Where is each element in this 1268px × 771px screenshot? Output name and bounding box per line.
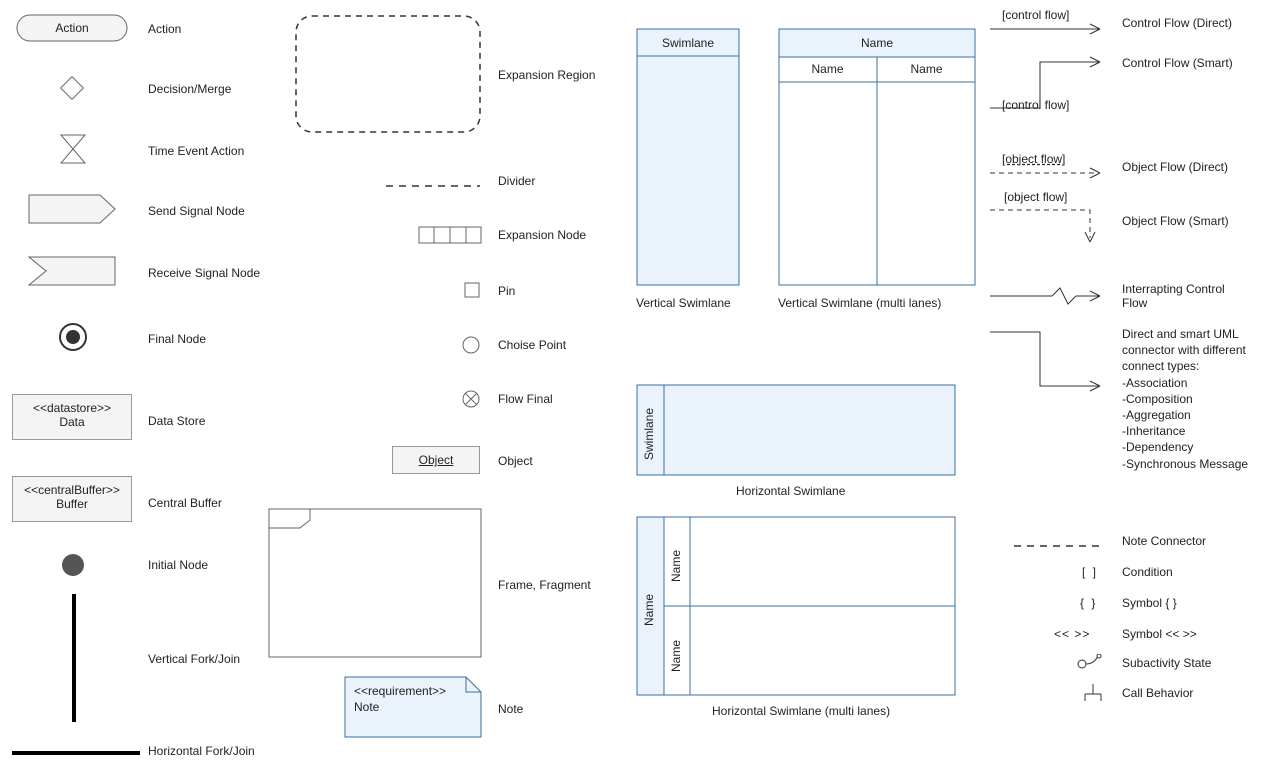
connectors-item: -Composition [1122, 391, 1262, 407]
flow-final-shape [462, 390, 480, 408]
hswim-multi-header: Name [642, 586, 656, 626]
action-shape-text: Action [16, 21, 128, 35]
note-connector-shape [1014, 543, 1100, 549]
condition-label: Condition [1122, 565, 1173, 579]
frame-shape [268, 508, 482, 658]
hswim-multi-sub1: Name [669, 542, 683, 582]
object-shape-text: Object [419, 453, 454, 467]
hfork-label: Horizontal Fork/Join [148, 744, 255, 758]
curly-symbol: { } [1080, 596, 1097, 610]
expansion-node-label: Expansion Node [498, 228, 586, 242]
expansion-region-label: Expansion Region [498, 68, 595, 82]
receive-signal-label: Receive Signal Node [148, 266, 260, 280]
angle-symbol: << >> [1054, 627, 1090, 641]
vswim-shape [636, 28, 740, 286]
object-label: Object [498, 454, 533, 468]
of-direct-shape [990, 164, 1108, 182]
connectors-label: Direct and smart UML connector with diff… [1122, 326, 1262, 375]
vfork-label: Vertical Fork/Join [148, 652, 240, 666]
vswim-multi-label: Vertical Swimlane (multi lanes) [778, 296, 941, 310]
pin-label: Pin [498, 284, 515, 298]
choice-point-label: Choise Point [498, 338, 566, 352]
receive-signal-shape [28, 256, 116, 286]
centralbuffer-stereo: <<centralBuffer>> [13, 483, 131, 497]
of-direct-label: Object Flow (Direct) [1122, 160, 1252, 174]
note-name: Note [354, 700, 379, 714]
of-direct-tag: [object flow] [1002, 152, 1065, 166]
initial-node-shape [60, 552, 86, 578]
note-connector-label: Note Connector [1122, 534, 1206, 548]
of-smart-tag: [object flow] [1004, 190, 1067, 204]
hswim-label: Horizontal Swimlane [736, 484, 845, 498]
cf-smart-tag: [control flow] [1002, 98, 1069, 112]
connectors-item: -Aggregation [1122, 407, 1262, 423]
send-signal-label: Send Signal Node [148, 204, 245, 218]
centralbuffer-name: Buffer [13, 497, 131, 511]
interrupt-label: Interrapting Control Flow [1122, 282, 1252, 310]
condition-symbol: [ ] [1082, 565, 1098, 579]
cf-direct-label: Control Flow (Direct) [1122, 16, 1252, 30]
datastore-name: Data [13, 415, 131, 429]
vswim-multi-sub1: Name [778, 62, 877, 76]
decision-shape [54, 70, 90, 106]
vswim-multi-header: Name [778, 36, 976, 50]
interrupt-shape [990, 286, 1108, 306]
datastore-shape: <<datastore>> Data [12, 394, 132, 440]
datastore-stereo: <<datastore>> [13, 401, 131, 415]
hswim-multi-shape [636, 516, 956, 696]
time-event-shape [60, 134, 86, 164]
send-signal-shape [28, 194, 116, 224]
connectors-item: -Association [1122, 375, 1262, 391]
datastore-label: Data Store [148, 414, 205, 428]
call-behavior-label: Call Behavior [1122, 686, 1193, 700]
vswim-header: Swimlane [636, 36, 740, 50]
centralbuffer-shape: <<centralBuffer>> Buffer [12, 476, 132, 522]
time-event-label: Time Event Action [148, 144, 244, 158]
frame-label: Frame, Fragment [498, 578, 591, 592]
vswim-multi-sub2: Name [877, 62, 976, 76]
curly-label: Symbol { } [1122, 596, 1177, 610]
cf-direct-shape [990, 20, 1108, 38]
vfork-shape [70, 594, 78, 722]
connectors-item: -Inheritance [1122, 423, 1262, 439]
hswim-header: Swimlane [642, 402, 656, 460]
subactivity-icon [1076, 654, 1104, 670]
note-stereo: <<requirement>> [354, 684, 446, 698]
pin-shape [464, 282, 480, 298]
hswim-multi-sub2: Name [669, 632, 683, 672]
flow-final-label: Flow Final [498, 392, 553, 406]
final-node-label: Final Node [148, 332, 206, 346]
decision-label: Decision/Merge [148, 82, 231, 96]
divider-shape [386, 183, 480, 189]
initial-node-label: Initial Node [148, 558, 208, 572]
angle-label: Symbol << >> [1122, 627, 1197, 641]
hfork-shape [12, 749, 140, 757]
connectors-shape [990, 326, 1108, 396]
action-label: Action [148, 22, 181, 36]
cf-direct-tag: [control flow] [1002, 8, 1069, 22]
vswim-label: Vertical Swimlane [636, 296, 731, 310]
divider-label: Divider [498, 174, 535, 188]
note-label: Note [498, 702, 523, 716]
subactivity-label: Subactivity State [1122, 656, 1211, 670]
hswim-multi-label: Horizontal Swimlane (multi lanes) [712, 704, 890, 718]
expansion-node-shape [418, 226, 482, 244]
connectors-item: -Synchronous Message [1122, 456, 1262, 472]
connectors-item: -Dependency [1122, 439, 1262, 455]
of-smart-label: Object Flow (Smart) [1122, 214, 1252, 228]
cf-smart-label: Control Flow (Smart) [1122, 56, 1252, 70]
of-smart-shape [990, 204, 1108, 244]
call-behavior-icon [1084, 684, 1102, 702]
hswim-shape [636, 384, 956, 476]
expansion-region-shape [294, 14, 482, 134]
centralbuffer-label: Central Buffer [148, 496, 222, 510]
choice-point-shape [462, 336, 480, 354]
object-shape: Object [392, 446, 480, 474]
final-node-shape [58, 322, 88, 352]
